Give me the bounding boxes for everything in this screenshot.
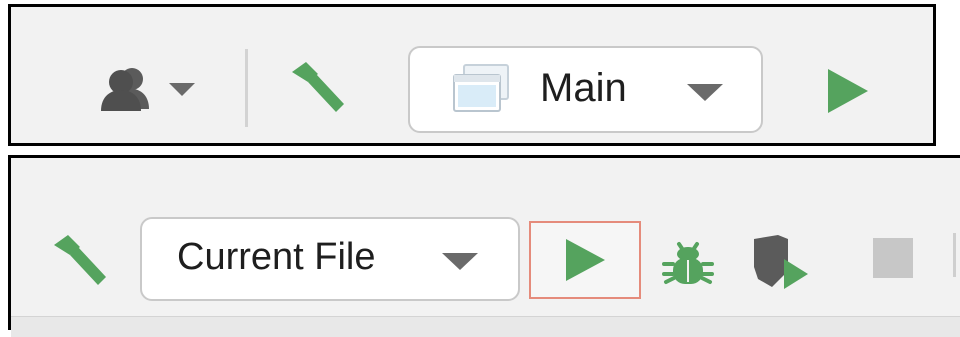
users-icon bbox=[101, 68, 149, 111]
run-configuration-selector[interactable]: Current File bbox=[140, 217, 520, 301]
hammer-icon bbox=[54, 235, 106, 285]
build-button[interactable] bbox=[43, 232, 115, 288]
shield-run-icon bbox=[754, 235, 808, 289]
run-configuration-label: Current File bbox=[177, 236, 376, 278]
editor-tab-strip bbox=[11, 316, 960, 337]
hammer-icon bbox=[292, 62, 344, 112]
scheme-label: Main bbox=[540, 66, 627, 110]
toolbar-divider bbox=[245, 49, 248, 127]
stop-icon bbox=[873, 238, 913, 278]
toolbar-edge-divider bbox=[953, 233, 956, 277]
play-icon bbox=[828, 69, 868, 113]
stop-button[interactable] bbox=[869, 234, 917, 282]
bug-icon bbox=[662, 242, 714, 284]
run-button[interactable] bbox=[529, 221, 641, 299]
chevron-down-icon bbox=[687, 84, 723, 101]
window-icon bbox=[453, 64, 509, 112]
top-toolbar: Main bbox=[8, 4, 936, 146]
debug-button[interactable] bbox=[659, 232, 717, 290]
run-button[interactable] bbox=[819, 63, 875, 119]
run-with-coverage-button[interactable] bbox=[747, 230, 817, 292]
play-icon bbox=[566, 239, 605, 281]
scheme-selector[interactable]: Main bbox=[408, 46, 763, 133]
bottom-toolbar: Current File bbox=[8, 155, 960, 337]
chevron-down-icon bbox=[169, 83, 195, 96]
build-button[interactable] bbox=[281, 59, 353, 115]
users-menu-button[interactable] bbox=[89, 59, 207, 119]
chevron-down-icon bbox=[442, 253, 478, 270]
